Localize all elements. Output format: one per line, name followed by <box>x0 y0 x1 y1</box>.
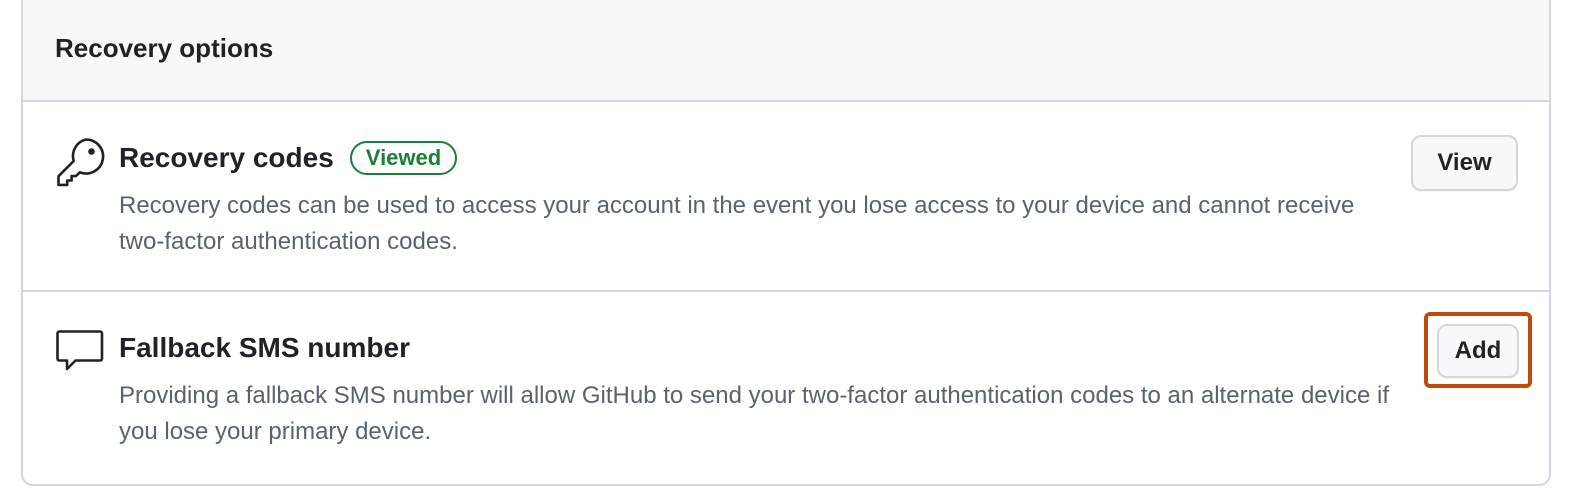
fallback-sms-content: Fallback SMS number Providing a fallback… <box>119 328 1399 450</box>
panel-header: Recovery options <box>23 0 1549 102</box>
recovery-codes-title: Recovery codes <box>119 142 334 173</box>
recovery-codes-row: Recovery codes Viewed Recovery codes can… <box>23 102 1549 292</box>
key-icon <box>55 136 107 193</box>
comment-icon <box>55 326 107 383</box>
fallback-sms-row: Fallback SMS number Providing a fallback… <box>23 292 1549 482</box>
fallback-sms-description: Providing a fallback SMS number will all… <box>119 382 1389 445</box>
recovery-codes-content: Recovery codes Viewed Recovery codes can… <box>119 138 1399 260</box>
fallback-sms-heading: Fallback SMS number <box>119 328 1399 368</box>
recovery-codes-description: Recovery codes can be used to access you… <box>119 192 1355 255</box>
panel-title: Recovery options <box>55 32 274 63</box>
view-recovery-codes-button[interactable]: View <box>1411 135 1518 191</box>
recovery-options-panel: Recovery options Recovery codes Viewed R… <box>21 0 1551 486</box>
viewed-badge: Viewed <box>349 141 458 175</box>
fallback-sms-title: Fallback SMS number <box>119 332 410 363</box>
recovery-codes-heading: Recovery codes Viewed <box>119 138 1399 178</box>
add-fallback-sms-button[interactable]: Add <box>1437 324 1519 378</box>
